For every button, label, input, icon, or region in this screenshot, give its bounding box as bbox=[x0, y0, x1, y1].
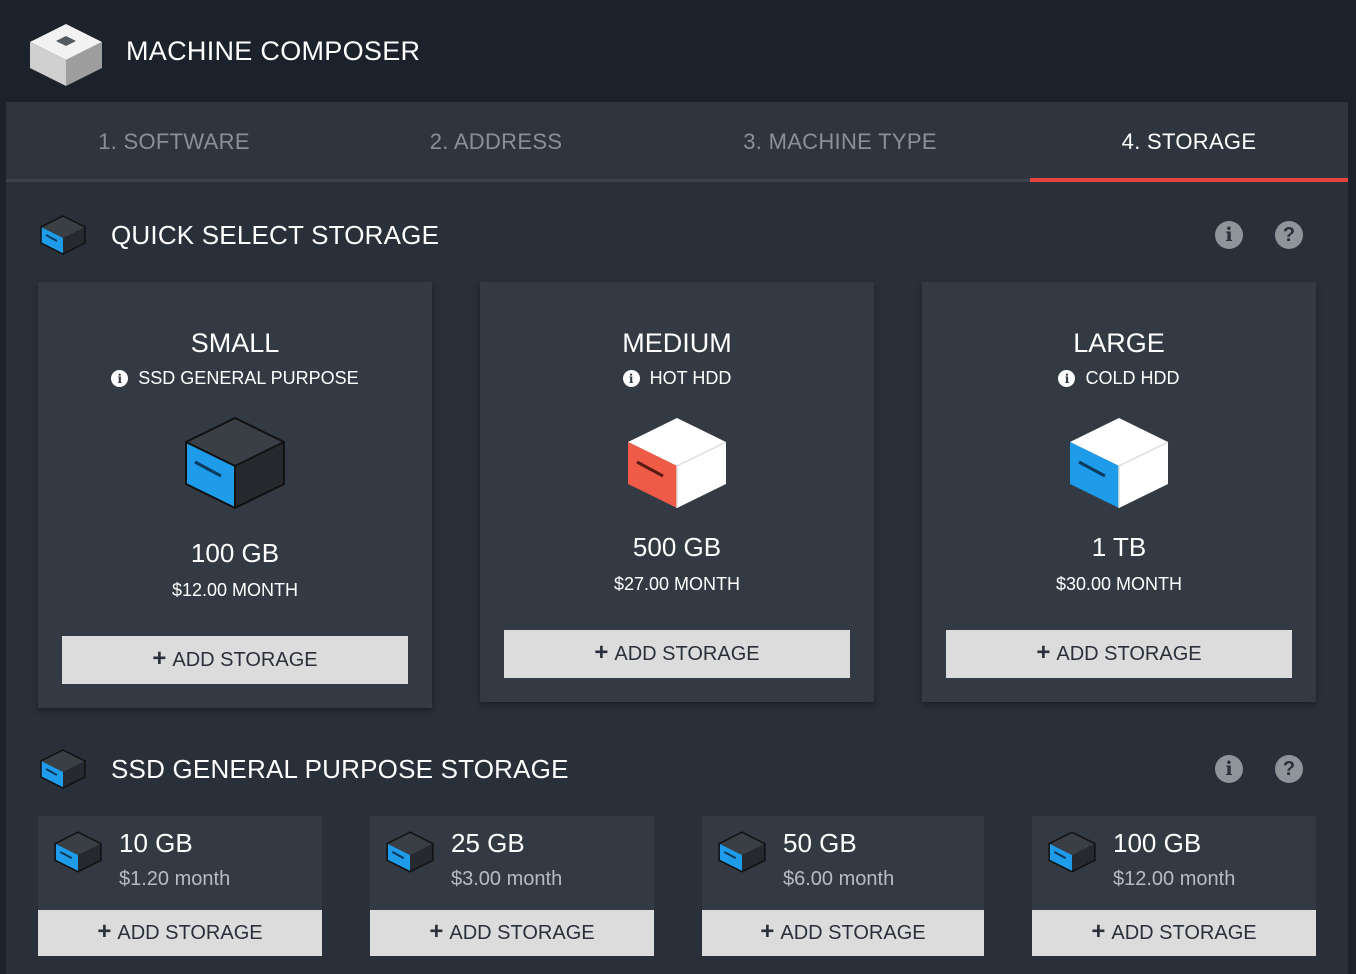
add-storage-button[interactable]: + ADD STORAGE bbox=[702, 910, 984, 956]
main-panel: 1. SOFTWARE 2. ADDRESS 3. MACHINE TYPE 4… bbox=[6, 102, 1348, 974]
hot-hdd-cube-icon bbox=[628, 418, 727, 508]
option-price: $1.20 month bbox=[119, 868, 231, 890]
quick-select-header: QUICK SELECT STORAGE i ? bbox=[38, 214, 1328, 264]
card-price: $12.00 MONTH bbox=[171, 580, 299, 600]
storage-type: COLD HDD bbox=[1085, 368, 1180, 388]
storage-card-large: LARGE i COLD HDD 1 TB $30.00 MONTH + ADD… bbox=[922, 282, 1316, 702]
card-title: SMALL bbox=[190, 328, 280, 358]
ssd-option-100gb: 100 GB $12.00 month bbox=[1032, 816, 1316, 910]
button-label: ADD STORAGE bbox=[614, 642, 760, 665]
option-price: $3.00 month bbox=[451, 868, 563, 890]
add-storage-button[interactable]: + ADD STORAGE bbox=[38, 910, 322, 956]
button-label: ADD STORAGE bbox=[172, 648, 318, 671]
card-subtitle: i SSD GENERAL PURPOSE bbox=[38, 368, 432, 389]
button-label: ADD STORAGE bbox=[117, 921, 263, 944]
app-title: MACHINE COMPOSER bbox=[126, 36, 421, 66]
cold-hdd-cube-icon bbox=[1070, 418, 1169, 508]
storage-type: HOT HDD bbox=[649, 368, 732, 388]
card-size: 100 GB bbox=[190, 538, 280, 568]
option-size: 50 GB bbox=[783, 828, 857, 858]
cube-logo-icon bbox=[30, 24, 102, 86]
ssd-storage-icon bbox=[40, 749, 86, 789]
active-tab-indicator bbox=[1030, 178, 1348, 182]
tab-storage[interactable]: 4. STORAGE bbox=[1030, 102, 1348, 182]
storage-card-small: SMALL i SSD GENERAL PURPOSE 100 GB $12.0… bbox=[38, 282, 432, 708]
wizard-tabs: 1. SOFTWARE 2. ADDRESS 3. MACHINE TYPE 4… bbox=[6, 102, 1348, 182]
ssd-option-10gb: 10 GB $1.20 month bbox=[38, 816, 322, 910]
ssd-general-title: SSD GENERAL PURPOSE STORAGE bbox=[111, 754, 569, 784]
info-icon[interactable]: i bbox=[1058, 370, 1076, 387]
help-icon[interactable]: ? bbox=[1275, 221, 1303, 249]
card-subtitle: i HOT HDD bbox=[480, 368, 874, 389]
app-header: MACHINE COMPOSER bbox=[0, 0, 1356, 102]
card-price: $30.00 MONTH bbox=[1055, 574, 1183, 594]
card-size: 500 GB bbox=[632, 532, 722, 562]
add-storage-button[interactable]: + ADD STORAGE bbox=[1032, 910, 1316, 956]
tab-software[interactable]: 1. SOFTWARE bbox=[6, 102, 342, 182]
ssd-cube-icon bbox=[185, 416, 285, 510]
card-title: LARGE bbox=[1073, 328, 1165, 358]
storage-type: SSD GENERAL PURPOSE bbox=[138, 368, 359, 388]
plus-icon: + bbox=[760, 918, 775, 945]
tab-address[interactable]: 2. ADDRESS bbox=[342, 102, 650, 182]
quick-select-title: QUICK SELECT STORAGE bbox=[111, 220, 440, 250]
info-icon[interactable]: i bbox=[111, 370, 129, 387]
button-label: ADD STORAGE bbox=[1111, 921, 1257, 944]
ssd-storage-icon bbox=[386, 831, 434, 873]
option-price: $6.00 month bbox=[783, 868, 895, 890]
add-storage-button[interactable]: + ADD STORAGE bbox=[370, 910, 654, 956]
plus-icon: + bbox=[152, 645, 167, 672]
card-subtitle: i COLD HDD bbox=[922, 368, 1316, 389]
add-storage-button[interactable]: + ADD STORAGE bbox=[62, 636, 408, 684]
plus-icon: + bbox=[594, 639, 609, 666]
ssd-option-50gb: 50 GB $6.00 month bbox=[702, 816, 984, 910]
help-icon[interactable]: ? bbox=[1275, 755, 1303, 783]
ssd-storage-icon bbox=[40, 215, 86, 255]
option-price: $12.00 month bbox=[1113, 868, 1236, 890]
ssd-storage-icon bbox=[54, 831, 102, 873]
info-icon[interactable]: i bbox=[1215, 221, 1243, 249]
ssd-storage-icon bbox=[718, 831, 766, 873]
add-storage-button[interactable]: + ADD STORAGE bbox=[504, 630, 850, 678]
card-title: MEDIUM bbox=[622, 328, 732, 358]
info-icon[interactable]: i bbox=[622, 370, 640, 387]
option-size: 100 GB bbox=[1113, 828, 1202, 858]
option-size: 10 GB bbox=[119, 828, 193, 858]
card-price: $27.00 MONTH bbox=[613, 574, 741, 594]
plus-icon: + bbox=[97, 918, 112, 945]
button-label: ADD STORAGE bbox=[780, 921, 926, 944]
button-label: ADD STORAGE bbox=[449, 921, 595, 944]
plus-icon: + bbox=[1036, 639, 1051, 666]
storage-card-medium: MEDIUM i HOT HDD 500 GB $27.00 MONTH + A… bbox=[480, 282, 874, 702]
button-label: ADD STORAGE bbox=[1056, 642, 1202, 665]
plus-icon: + bbox=[1091, 918, 1106, 945]
card-size: 1 TB bbox=[1091, 532, 1147, 562]
plus-icon: + bbox=[429, 918, 444, 945]
ssd-option-25gb: 25 GB $3.00 month bbox=[370, 816, 654, 910]
ssd-storage-icon bbox=[1048, 831, 1096, 873]
option-size: 25 GB bbox=[451, 828, 525, 858]
info-icon[interactable]: i bbox=[1215, 755, 1243, 783]
ssd-general-header: SSD GENERAL PURPOSE STORAGE i ? bbox=[38, 748, 1328, 798]
tab-machine-type[interactable]: 3. MACHINE TYPE bbox=[650, 102, 1030, 182]
add-storage-button[interactable]: + ADD STORAGE bbox=[946, 630, 1292, 678]
